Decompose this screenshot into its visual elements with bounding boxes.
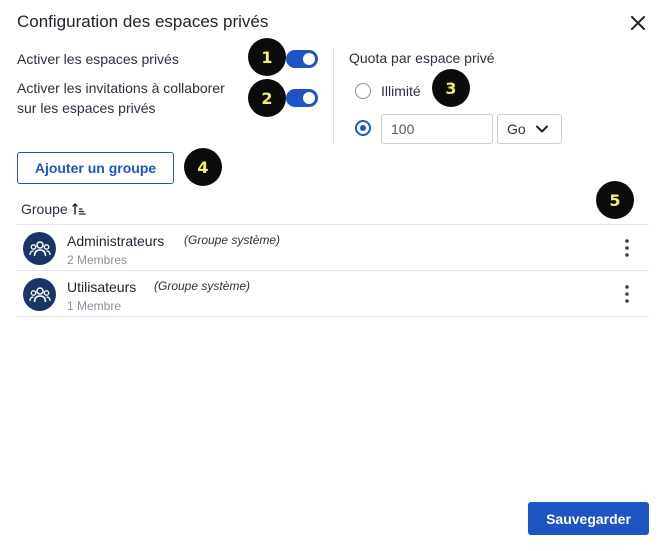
annotation-badge-5: 5 bbox=[596, 181, 634, 219]
close-icon bbox=[631, 16, 645, 30]
quota-title: Quota par espace privé bbox=[349, 50, 495, 66]
toggle-knob bbox=[303, 92, 315, 104]
annotation-badge-2: 2 bbox=[248, 79, 286, 117]
vertical-divider bbox=[333, 48, 334, 144]
enable-invitations-label: Activer les invitations à collaborer sur… bbox=[17, 80, 225, 116]
group-members-count: 2 Membres bbox=[67, 253, 128, 267]
sort-ascending-icon bbox=[72, 203, 86, 215]
toggle-knob bbox=[303, 53, 315, 65]
group-tag: (Groupe système) bbox=[154, 279, 251, 293]
avatar bbox=[23, 232, 56, 265]
table-row[interactable]: Utilisateurs (Groupe système) 1 Membre bbox=[17, 271, 649, 317]
kebab-menu-icon bbox=[625, 239, 629, 257]
chevron-down-icon bbox=[536, 125, 548, 133]
dialog-title: Configuration des espaces privés bbox=[17, 12, 269, 31]
row-menu-button[interactable] bbox=[620, 237, 634, 259]
row-menu-button[interactable] bbox=[620, 283, 634, 305]
quota-unit-value: Go bbox=[507, 121, 526, 137]
group-name: Administrateurs bbox=[67, 233, 165, 249]
enable-invitations-toggle[interactable] bbox=[286, 89, 318, 107]
avatar bbox=[23, 278, 56, 311]
group-column-header[interactable]: Groupe bbox=[21, 201, 86, 217]
quota-value-input[interactable] bbox=[381, 114, 493, 144]
annotation-badge-1: 1 bbox=[248, 38, 286, 76]
quota-unit-select[interactable]: Go bbox=[497, 114, 562, 144]
quota-unlimited-radio[interactable] bbox=[355, 83, 371, 99]
kebab-menu-icon bbox=[625, 285, 629, 303]
group-members-count: 1 Membre bbox=[67, 299, 122, 313]
add-group-button[interactable]: Ajouter un groupe bbox=[17, 152, 174, 184]
enable-private-spaces-label: Activer les espaces privés bbox=[17, 51, 179, 67]
table-row[interactable]: Administrateurs (Groupe système) 2 Membr… bbox=[17, 225, 649, 271]
group-tag: (Groupe système) bbox=[184, 233, 281, 247]
group-column-label: Groupe bbox=[21, 201, 68, 217]
group-icon bbox=[28, 240, 51, 256]
private-spaces-config-dialog: Configuration des espaces privés Activer… bbox=[0, 0, 667, 551]
quota-unlimited-label: Illimité bbox=[381, 83, 421, 99]
table-divider bbox=[17, 316, 649, 317]
close-button[interactable] bbox=[628, 13, 648, 33]
group-icon bbox=[28, 286, 51, 302]
annotation-badge-4: 4 bbox=[184, 148, 222, 186]
enable-private-spaces-toggle[interactable] bbox=[286, 50, 318, 68]
save-button[interactable]: Sauvegarder bbox=[528, 502, 649, 535]
quota-custom-radio[interactable] bbox=[355, 120, 371, 136]
annotation-badge-3: 3 bbox=[432, 69, 470, 107]
group-name: Utilisateurs bbox=[67, 279, 137, 295]
